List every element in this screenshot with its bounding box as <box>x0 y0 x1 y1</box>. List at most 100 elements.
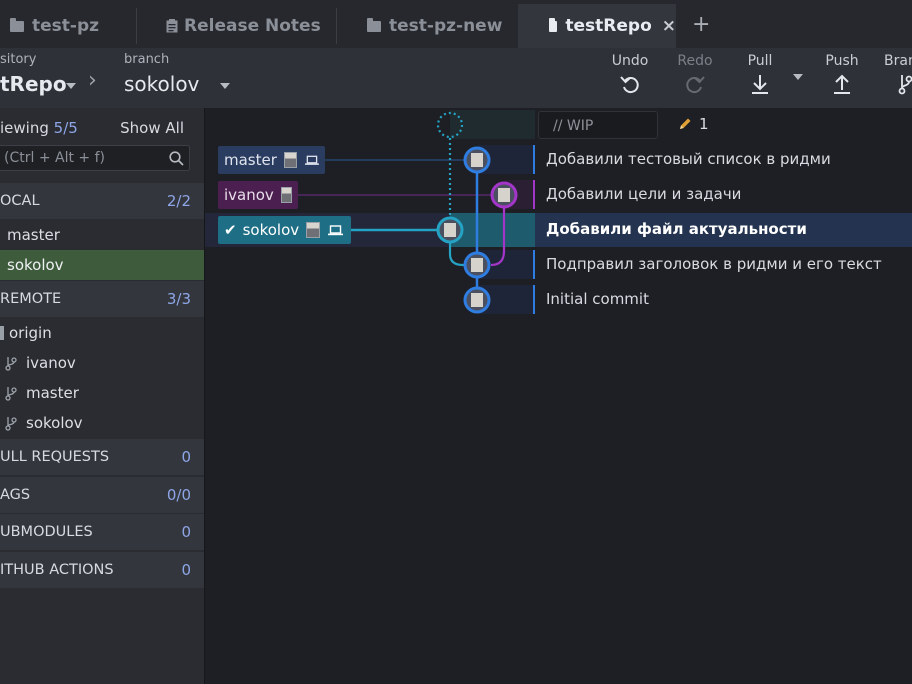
tab-label: test-pz-new <box>389 16 503 36</box>
tab-divider <box>336 8 337 44</box>
pencil-icon <box>680 118 691 129</box>
local-branch-master[interactable]: master <box>0 220 204 250</box>
section-github-actions[interactable]: ITHUB ACTIONS 0 <box>0 552 204 588</box>
section-count: 0 <box>181 448 191 466</box>
commit-message: Подправил заголовок в ридми и его текст <box>546 255 882 273</box>
close-tab-icon[interactable]: × <box>662 16 676 36</box>
pull-button[interactable]: Pull <box>738 53 782 95</box>
commit-graph: 1 master Добавили тестовый список в ридм… <box>205 108 912 684</box>
viewing-label: iewing <box>0 119 49 137</box>
tab-test-pz-new[interactable]: test-pz-new <box>367 4 502 48</box>
commit-message: Добавили тестовый список в ридми <box>546 150 831 168</box>
viewing-summary: iewing 5/5 Show All <box>0 117 204 139</box>
graph-lanes <box>298 111 518 314</box>
section-count: 3/3 <box>166 290 191 308</box>
commit-message: Initial commit <box>546 290 649 308</box>
branch-icon <box>5 416 17 431</box>
pull-label: Pull <box>747 53 773 69</box>
undo-label: Undo <box>611 53 649 69</box>
avatar <box>471 293 483 307</box>
branch-icon <box>5 386 17 401</box>
branch-icon <box>5 356 17 371</box>
remote-name: origin <box>9 324 52 342</box>
avatar <box>444 223 456 237</box>
branch-name: master <box>7 226 60 244</box>
tab-bar: test-pz Release Notes test-pz-new testRe… <box>0 0 912 48</box>
folder-icon <box>367 17 381 32</box>
repository-label: sitory <box>0 52 37 67</box>
tab-testrepo[interactable]: testRepo × <box>518 4 676 48</box>
branch-name: master <box>26 384 79 402</box>
commit-message: Добавили цели и задачи <box>546 185 742 203</box>
section-local[interactable]: OCAL 2/2 <box>0 183 204 219</box>
pull-options-dropdown-icon[interactable] <box>793 74 803 80</box>
wip-node <box>436 111 464 139</box>
tab-label: Release Notes <box>184 16 321 36</box>
remote-avatar-icon <box>0 326 4 340</box>
avatar <box>471 153 483 167</box>
sidebar: iewing 5/5 Show All OCAL 2/2 master soko… <box>0 108 205 684</box>
branch-name: ivanov <box>26 354 76 372</box>
remote-origin[interactable]: origin <box>0 318 204 348</box>
pull-icon <box>752 75 768 94</box>
section-submodules[interactable]: UBMODULES 0 <box>0 514 204 550</box>
tab-release-notes[interactable]: Release Notes <box>166 4 321 48</box>
notes-icon <box>166 19 178 33</box>
push-label: Push <box>825 53 859 69</box>
wip-summary-box <box>538 111 665 140</box>
show-all-button[interactable]: Show All <box>120 119 184 137</box>
section-title: REMOTE <box>0 291 62 307</box>
section-count: 0 <box>181 561 191 579</box>
folder-icon <box>549 17 558 32</box>
redo-label: Redo <box>677 53 713 69</box>
section-title: ULL REQUESTS <box>0 449 110 465</box>
branch-name: sokolov <box>26 414 83 432</box>
commit-message: Добавили файл актуальности <box>546 220 807 238</box>
section-count: 0 <box>181 523 191 541</box>
search-icon[interactable] <box>169 151 184 166</box>
branch-name: sokolov <box>7 256 64 274</box>
filter-box <box>0 145 190 171</box>
undo-icon <box>620 76 639 94</box>
redo-button[interactable]: Redo <box>672 53 718 95</box>
branch-label: branch <box>124 52 170 67</box>
branch-selector[interactable]: sokolov <box>124 72 199 96</box>
section-count: 0/0 <box>166 486 191 504</box>
tab-test-pz[interactable]: test-pz <box>10 4 99 48</box>
branch-button[interactable]: Bran <box>884 53 912 95</box>
section-title: ITHUB ACTIONS <box>0 562 114 578</box>
repository-selector[interactable]: tRepo <box>0 72 67 96</box>
section-title: UBMODULES <box>0 524 93 540</box>
toolbar: sitory tRepo › branch sokolov Undo Redo … <box>0 48 912 109</box>
remote-branch-sokolov[interactable]: sokolov <box>0 408 204 438</box>
chevron-right-icon: › <box>88 68 97 93</box>
branch-action-label: Bran <box>884 53 912 69</box>
viewing-total: /5 <box>63 119 78 137</box>
branch-dropdown-icon[interactable] <box>220 83 230 89</box>
remote-branch-master[interactable]: master <box>0 378 204 408</box>
viewing-count: 5 <box>53 119 64 137</box>
section-tags[interactable]: AGS 0/0 <box>0 477 204 513</box>
section-title: OCAL <box>0 193 40 209</box>
section-pull-requests[interactable]: ULL REQUESTS 0 <box>0 439 204 475</box>
section-count: 2/2 <box>166 192 191 210</box>
remote-branch-ivanov[interactable]: ivanov <box>0 348 204 378</box>
new-tab-button[interactable]: + <box>692 12 710 37</box>
branch-icon <box>898 75 912 95</box>
avatar <box>471 258 483 272</box>
push-button[interactable]: Push <box>820 53 864 95</box>
undo-button[interactable]: Undo <box>606 53 654 95</box>
local-branch-sokolov[interactable]: sokolov <box>0 250 204 280</box>
tab-divider <box>136 8 137 44</box>
redo-icon <box>686 76 705 94</box>
repository-dropdown-icon[interactable] <box>66 83 76 89</box>
wip-summary-input[interactable] <box>539 112 665 140</box>
section-title: AGS <box>0 487 31 503</box>
tab-label: test-pz <box>32 16 100 36</box>
tab-label: testRepo <box>565 16 652 36</box>
push-icon <box>834 74 850 94</box>
avatar <box>498 188 510 202</box>
filter-input[interactable] <box>0 146 164 170</box>
section-remote[interactable]: REMOTE 3/3 <box>0 281 204 317</box>
folder-icon <box>10 17 24 32</box>
